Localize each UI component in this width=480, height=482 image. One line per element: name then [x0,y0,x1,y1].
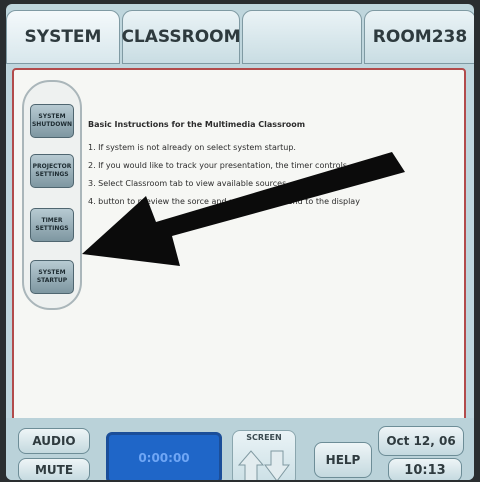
tab-blank[interactable] [242,10,362,64]
date-value: Oct 12, 06 [386,434,456,448]
tab-classroom-label: CLASSROOM [121,27,241,47]
instruction-3: 3. Select Classroom tab to view availabl… [88,179,289,188]
tab-room-label: ROOM238 [372,27,468,47]
timer-value: 0:00:00 [138,451,190,465]
tab-system[interactable]: SYSTEM [6,10,120,64]
projector-settings-label: PROJECTOR SETTINGS [32,163,72,178]
timer-settings-label: TIMER SETTINGS [35,217,69,232]
date-display: Oct 12, 06 [378,426,464,456]
tab-room[interactable]: ROOM238 [364,10,474,64]
help-button[interactable]: HELP [314,442,372,478]
time-value: 10:13 [404,462,446,478]
bottom-control-bar: AUDIO MUTE 0:00:00 SCREEN HELP Oct 12, 0… [6,418,474,480]
screen-control: SCREEN [232,430,296,480]
screen-down-icon[interactable] [264,450,290,480]
screen-arrow-buttons [237,450,290,480]
timer-display: 0:00:00 [106,432,222,480]
mute-label: MUTE [34,463,74,477]
tab-classroom[interactable]: CLASSROOM [121,10,241,64]
audio-button[interactable]: AUDIO [18,428,90,454]
tab-system-label: SYSTEM [24,27,102,47]
touch-panel-screen: SYSTEM CLASSROOM ROOM238 SYSTEM SHUTDOWN… [6,4,474,480]
system-startup-label: SYSTEM STARTUP [36,269,68,284]
screen-up-icon[interactable] [237,450,265,480]
system-shutdown-button[interactable]: SYSTEM SHUTDOWN [30,104,74,138]
instruction-1: 1. If system is not already on select sy… [88,143,296,152]
timer-settings-button[interactable]: TIMER SETTINGS [30,208,74,242]
mute-button[interactable]: MUTE [18,458,90,480]
top-tab-bar: SYSTEM CLASSROOM ROOM238 [6,4,474,64]
instruction-2: 2. If you would like to track your prese… [88,161,350,170]
instructions-text: Basic Instructions for the Multimedia Cl… [88,120,460,215]
system-shutdown-label: SYSTEM SHUTDOWN [31,113,73,128]
instructions-title: Basic Instructions for the Multimedia Cl… [88,120,306,129]
time-display: 10:13 [388,458,462,480]
audio-label: AUDIO [32,434,76,448]
system-panel: SYSTEM SHUTDOWN PROJECTOR SETTINGS TIMER… [12,68,466,422]
projector-settings-button[interactable]: PROJECTOR SETTINGS [30,154,74,188]
instruction-4: 4. button to preview the sorce and use a… [88,197,360,206]
system-startup-button[interactable]: SYSTEM STARTUP [30,260,74,294]
system-button-rail: SYSTEM SHUTDOWN PROJECTOR SETTINGS TIMER… [22,80,82,310]
help-label: HELP [325,453,361,467]
